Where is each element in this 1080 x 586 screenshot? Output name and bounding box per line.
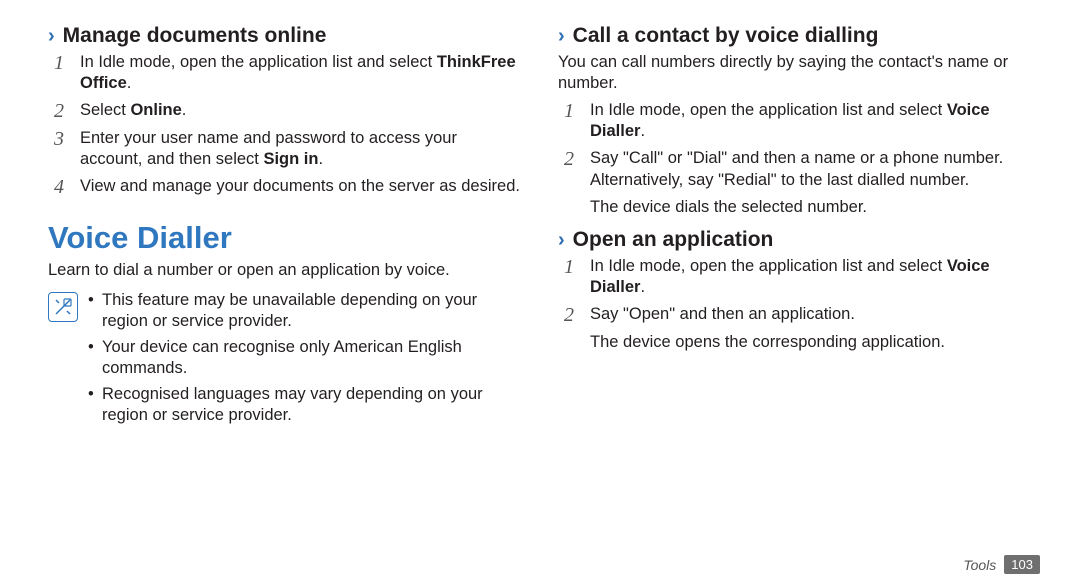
step-number: 1 — [48, 52, 70, 94]
subheading-text: Manage documents online — [63, 24, 327, 48]
subheading-text: Call a contact by voice dialling — [573, 24, 879, 48]
subheading-open-app: › Open an application — [558, 228, 1032, 252]
steps-open-app: 1 In Idle mode, open the application lis… — [558, 256, 1032, 326]
step-body: In Idle mode, open the application list … — [590, 100, 1032, 142]
step-item: 3 Enter your user name and password to a… — [48, 128, 522, 170]
step-item: 1 In Idle mode, open the application lis… — [558, 100, 1032, 142]
manual-page: › Manage documents online 1 In Idle mode… — [0, 0, 1080, 442]
step-number: 2 — [48, 100, 70, 122]
step-number: 1 — [558, 256, 580, 298]
result-text: The device opens the corresponding appli… — [590, 332, 1032, 353]
step-body: Enter your user name and password to acc… — [80, 128, 522, 170]
paragraph: You can call numbers directly by saying … — [558, 52, 1032, 94]
step-number: 1 — [558, 100, 580, 142]
chevron-icon: › — [48, 26, 55, 46]
right-column: › Call a contact by voice dialling You c… — [558, 18, 1032, 432]
step-body: View and manage your documents on the se… — [80, 176, 520, 198]
page-number: 103 — [1004, 555, 1040, 574]
step-body: In Idle mode, open the application list … — [80, 52, 522, 94]
note-bullet: Your device can recognise only American … — [88, 337, 522, 379]
step-number: 4 — [48, 176, 70, 198]
steps-call-contact: 1 In Idle mode, open the application lis… — [558, 100, 1032, 190]
step-body: In Idle mode, open the application list … — [590, 256, 1032, 298]
subheading-text: Open an application — [573, 228, 774, 252]
subheading-call-contact: › Call a contact by voice dialling — [558, 24, 1032, 48]
step-body: Select Online. — [80, 100, 186, 122]
chevron-icon: › — [558, 26, 565, 46]
step-item: 1 In Idle mode, open the application lis… — [558, 256, 1032, 298]
page-footer: Tools 103 — [963, 555, 1040, 574]
note-bullet: Recognised languages may vary depending … — [88, 384, 522, 426]
step-item: 2 Select Online. — [48, 100, 522, 122]
chevron-icon: › — [558, 230, 565, 250]
step-body: Say "Call" or "Dial" and then a name or … — [590, 148, 1032, 190]
note-bullets: This feature may be unavailable dependin… — [88, 290, 522, 432]
note-bullet: This feature may be unavailable dependin… — [88, 290, 522, 332]
note-icon — [48, 292, 78, 322]
steps-manage-docs: 1 In Idle mode, open the application lis… — [48, 52, 522, 198]
step-number: 2 — [558, 148, 580, 190]
section-title: Voice Dialler — [48, 220, 522, 256]
footer-section: Tools — [963, 557, 996, 573]
left-column: › Manage documents online 1 In Idle mode… — [48, 18, 522, 432]
subheading-manage-docs: › Manage documents online — [48, 24, 522, 48]
step-item: 1 In Idle mode, open the application lis… — [48, 52, 522, 94]
section-intro: Learn to dial a number or open an applic… — [48, 260, 522, 281]
step-item: 2 Say "Call" or "Dial" and then a name o… — [558, 148, 1032, 190]
step-number: 2 — [558, 304, 580, 326]
result-text: The device dials the selected number. — [590, 197, 1032, 218]
step-body: Say "Open" and then an application. — [590, 304, 855, 326]
note-block: This feature may be unavailable dependin… — [48, 290, 522, 432]
step-item: 2 Say "Open" and then an application. — [558, 304, 1032, 326]
step-number: 3 — [48, 128, 70, 170]
step-item: 4 View and manage your documents on the … — [48, 176, 522, 198]
